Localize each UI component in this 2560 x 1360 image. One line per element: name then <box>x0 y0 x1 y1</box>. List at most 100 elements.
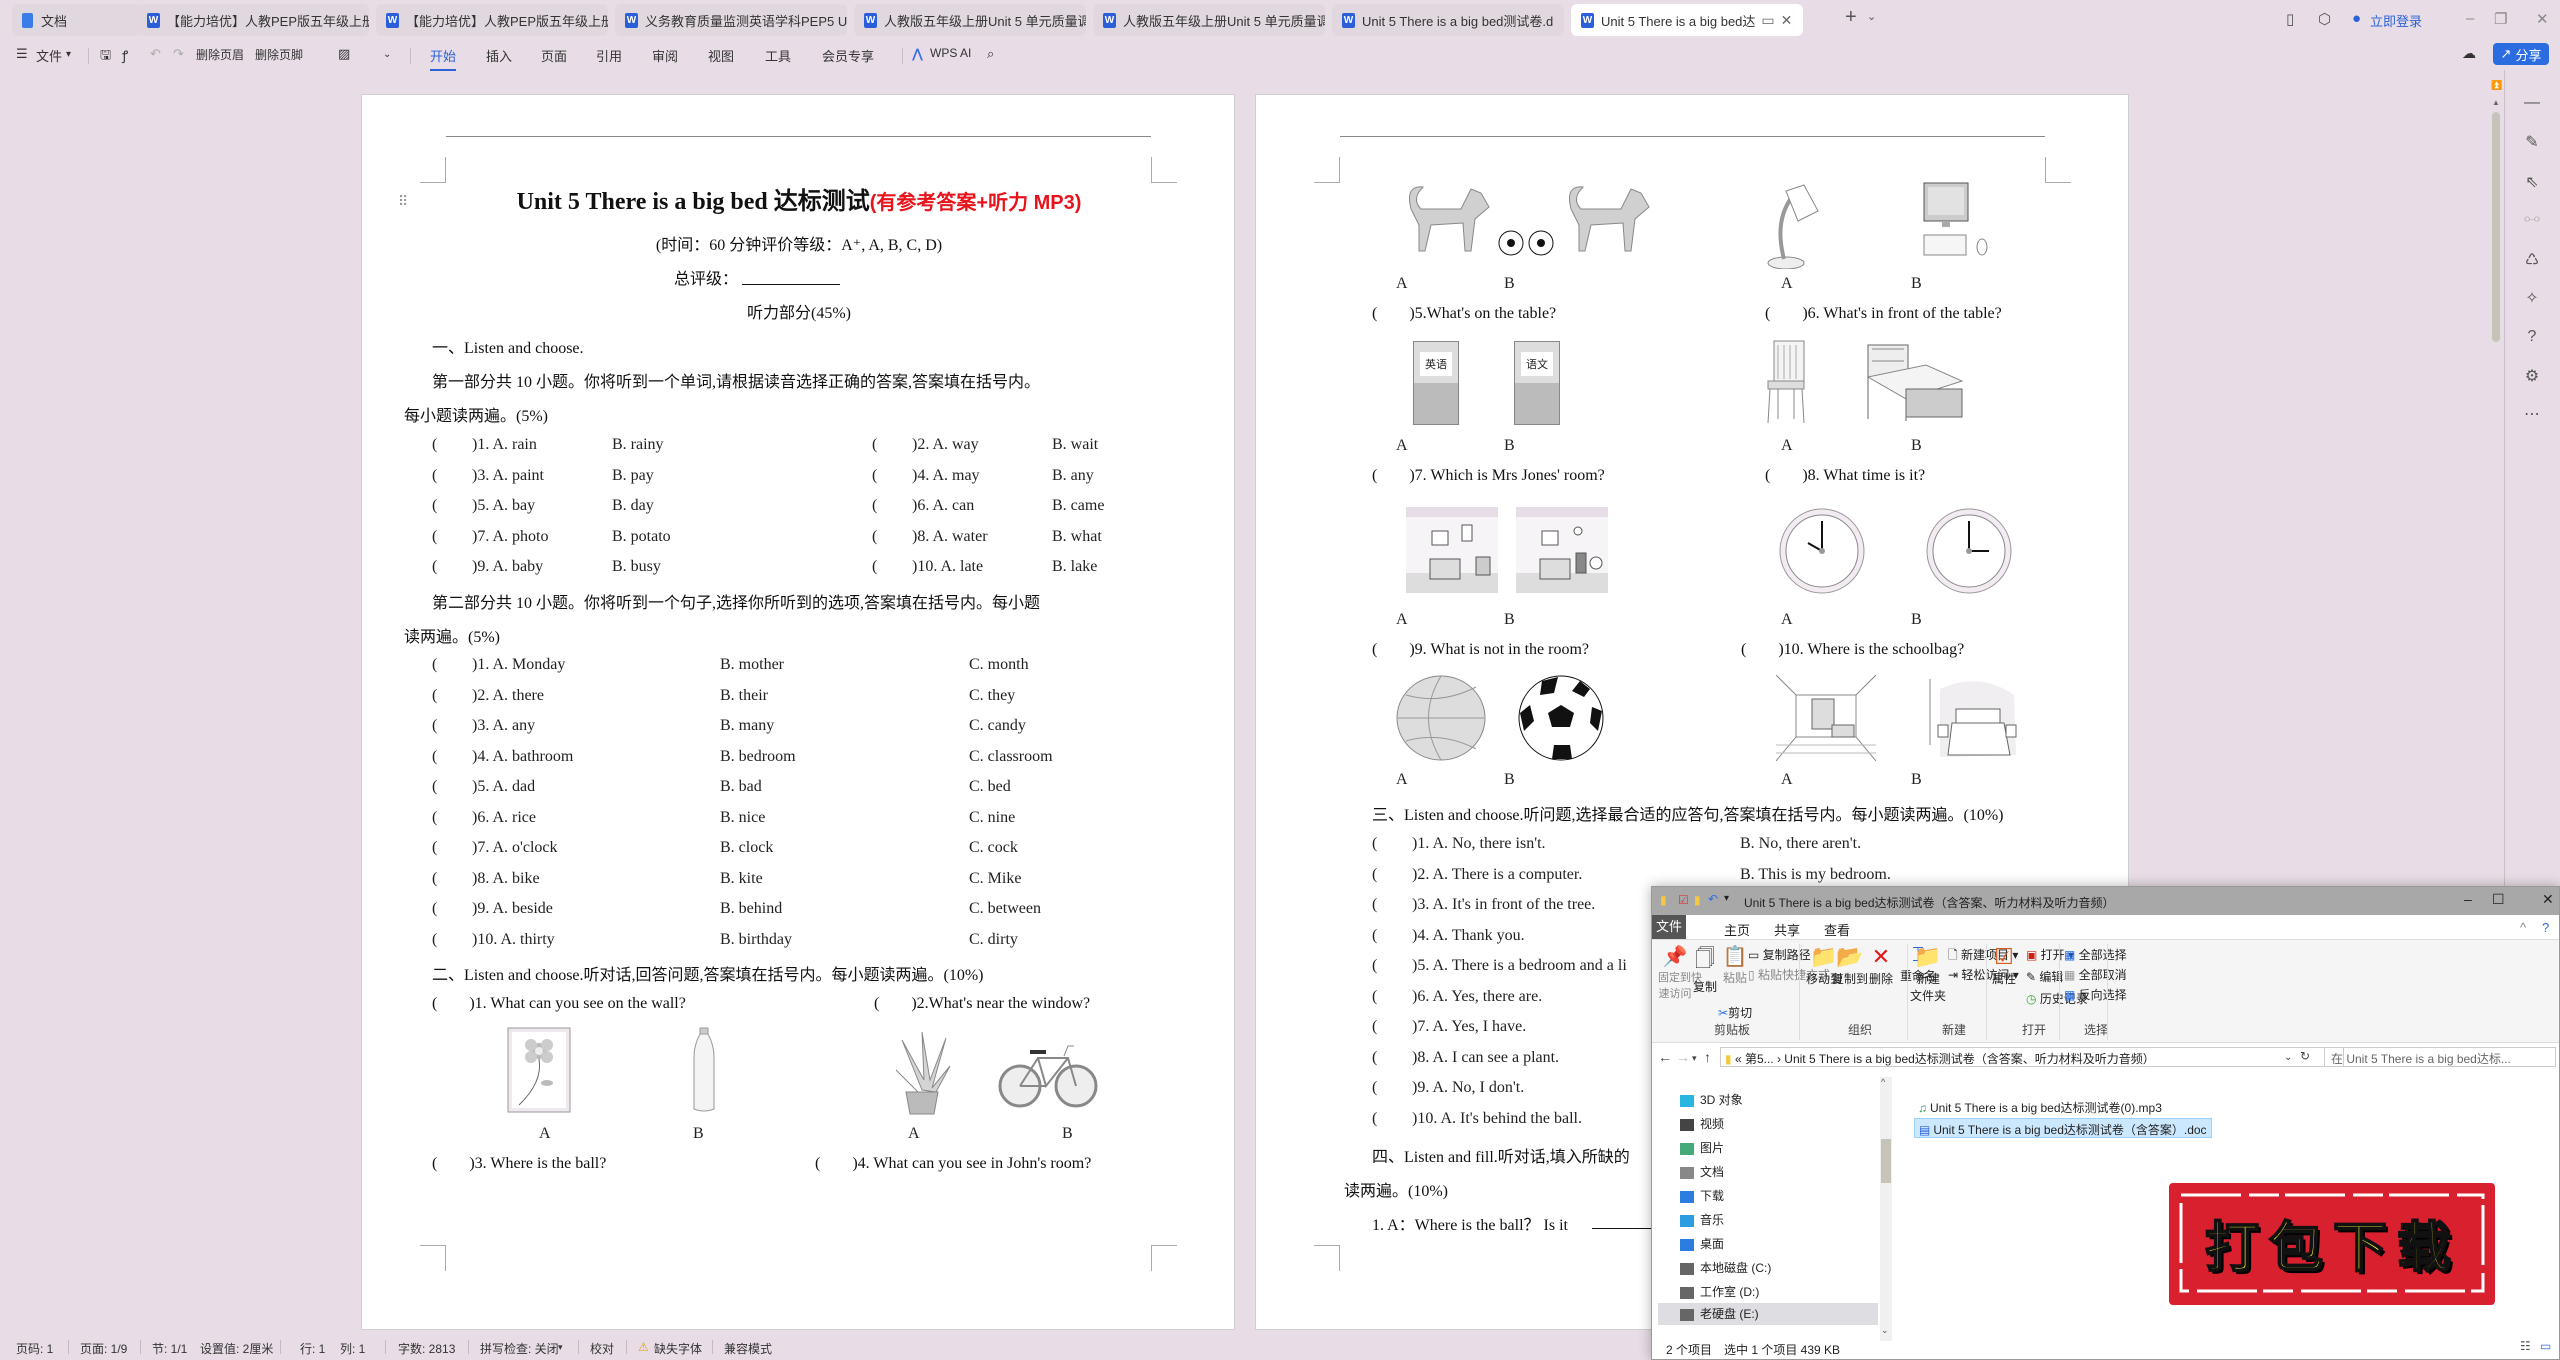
answer-paren[interactable]: ( <box>1372 927 1377 945</box>
nav-item[interactable]: 文档 <box>1680 1163 1724 1180</box>
tab-insert[interactable]: 插入 <box>486 46 512 65</box>
tab-references[interactable]: 引用 <box>596 46 622 65</box>
help-icon[interactable]: ? <box>2520 328 2544 346</box>
answer-paren[interactable]: ( <box>432 931 437 949</box>
hamburger-icon[interactable]: ☰ <box>16 46 28 62</box>
select-cursor-icon[interactable]: ⇖ <box>2520 172 2544 192</box>
answer-paren[interactable]: ( <box>872 467 877 485</box>
nav-item[interactable]: 下载 <box>1680 1187 1724 1204</box>
style-icon[interactable]: ♺ <box>2520 250 2544 270</box>
answer-paren[interactable]: ( <box>872 558 877 576</box>
pin-quick-access-button[interactable]: 📌 固定到快 速访问 <box>1658 944 1702 1001</box>
answer-paren[interactable]: ( <box>1372 896 1377 914</box>
tab-view[interactable]: 视图 <box>708 46 734 65</box>
answer-paren[interactable]: ( <box>1372 1110 1377 1128</box>
answer-paren[interactable]: ( <box>1372 1079 1377 1097</box>
answer-paren[interactable]: ( <box>432 436 437 454</box>
file-item[interactable]: ♫ Unit 5 There is a big bed达标测试卷(0).mp3 <box>1914 1097 2166 1117</box>
close-window-icon[interactable]: ✕ <box>2536 10 2549 28</box>
nav-item[interactable]: 视频 <box>1680 1115 1724 1132</box>
scroll-down-icon[interactable]: ⌄ <box>1881 1325 1889 1336</box>
answer-paren[interactable]: ( <box>1372 988 1377 1006</box>
undo-icon[interactable]: ↶ <box>150 46 161 62</box>
answer-paren[interactable]: ( <box>1372 866 1377 884</box>
collapse-ribbon-icon[interactable]: ^ <box>2520 920 2526 935</box>
status-word-count[interactable]: 字数: 2813 <box>398 1340 455 1357</box>
ribbon-tab-file[interactable]: 文件 <box>1652 915 1686 939</box>
up-icon[interactable]: ↑ <box>1704 1049 1711 1065</box>
answer-paren[interactable]: ( <box>432 717 437 735</box>
search-input[interactable]: 在 Unit 5 There is a big bed达标... <box>2324 1047 2556 1067</box>
ribbon-tab-view[interactable]: 查看 <box>1824 920 1850 939</box>
maximize-icon[interactable]: ☐ <box>2492 891 2505 908</box>
answer-paren[interactable]: ( <box>1372 1049 1377 1067</box>
forward-icon[interactable]: → <box>1676 1049 1690 1065</box>
thumbnail-view-icon[interactable]: ▭ <box>2540 1339 2551 1353</box>
login-link[interactable]: 立即登录 <box>2370 11 2422 30</box>
undo-icon[interactable]: ↶ <box>1708 892 1718 906</box>
delete-header-button[interactable]: 删除页眉 <box>196 46 244 63</box>
tab-review[interactable]: 审阅 <box>652 46 678 65</box>
tab-docs[interactable]: 文档 <box>12 4 140 36</box>
select-all-button[interactable]: ▦ 全部选择 <box>2064 946 2127 963</box>
answer-paren[interactable]: ( <box>432 497 437 515</box>
missing-font-button[interactable]: 缺失字体 <box>654 1340 702 1357</box>
answer-paren[interactable]: ( <box>1372 957 1377 975</box>
new-tab-button[interactable]: + <box>1845 6 1857 29</box>
tab-tools[interactable]: 工具 <box>765 46 791 65</box>
proofread-button[interactable]: 校对 <box>590 1340 614 1357</box>
answer-paren[interactable]: ( <box>432 778 437 796</box>
answer-paren[interactable]: ( <box>432 687 437 705</box>
vertical-scrollbar[interactable] <box>2492 112 2500 342</box>
details-view-icon[interactable]: ☷ <box>2520 1339 2531 1353</box>
answer-paren[interactable]: ( <box>872 528 877 546</box>
share-button[interactable]: ↗ 分享 <box>2493 43 2549 65</box>
properties-button[interactable]: ☑ 属性 <box>1990 944 2018 987</box>
collapse-icon[interactable]: — <box>2520 94 2544 112</box>
download-package-badge[interactable]: 打包下载 <box>2163 1173 2503 1313</box>
status-page[interactable]: 页面: 1/9 <box>80 1340 127 1357</box>
help-icon[interactable]: ? <box>2542 920 2549 935</box>
nav-item[interactable]: 图片 <box>1680 1139 1724 1156</box>
answer-paren[interactable]: ( <box>432 528 437 546</box>
tab-member[interactable]: 会员专享 <box>822 46 874 65</box>
recent-chevron-icon[interactable]: ▾ <box>1692 1053 1697 1064</box>
nav-item[interactable]: 老硬盘 (E:) <box>1658 1303 1878 1325</box>
tab-page[interactable]: 页面 <box>541 46 567 65</box>
address-input[interactable]: ▮ « 第5... › Unit 5 There is a big bed达标测… <box>1720 1047 2344 1067</box>
magic-wand-icon[interactable]: ✧ <box>2520 288 2544 308</box>
answer-paren[interactable]: ( <box>1372 1018 1377 1036</box>
answer-paren[interactable]: ( <box>1372 835 1377 853</box>
tab-document[interactable]: W Unit 5 There is a big bed测试卷.d <box>1332 4 1564 36</box>
scroll-thumb[interactable] <box>1881 1139 1891 1183</box>
answer-paren[interactable]: ( <box>432 656 437 674</box>
close-icon[interactable]: ✕ <box>2542 891 2554 908</box>
answer-paren[interactable]: ( <box>432 870 437 888</box>
cut-button[interactable]: ✂剪切 <box>1718 1004 1752 1021</box>
tab-active-document[interactable]: W Unit 5 There is a big bed达 ▭ ✕ <box>1571 4 1803 36</box>
adjust-icon[interactable]: ⧟ <box>2520 210 2544 228</box>
window-mode-icon[interactable]: ▯ <box>2286 10 2294 28</box>
nav-item[interactable]: 本地磁盘 (C:) <box>1680 1259 1771 1276</box>
minimize-icon[interactable]: – <box>2464 891 2472 907</box>
answer-paren[interactable]: ( <box>432 809 437 827</box>
answer-paren[interactable]: ( <box>432 558 437 576</box>
answer-paren[interactable]: ( <box>432 467 437 485</box>
tab-document[interactable]: W 【能力培优】人教PEP版五年级上册英 <box>376 4 608 36</box>
scroll-top-icon[interactable]: ⏫ <box>2491 80 2502 91</box>
address-chevron-icon[interactable]: ⌄ <box>2284 1052 2292 1063</box>
edit-button[interactable]: ✎ 编辑 <box>2026 968 2063 985</box>
file-chevron-icon[interactable]: ▾ <box>66 49 71 60</box>
new-folder-button[interactable]: 📁 新建 文件夹 <box>1910 944 1946 1004</box>
cloud-upload-icon[interactable]: ☁ <box>2462 45 2476 62</box>
tab-document[interactable]: W 【能力培优】人教PEP版五年级上册英 <box>137 4 369 36</box>
line-style-icon[interactable]: ▨ <box>338 46 350 62</box>
properties-check-icon[interactable]: ☑ <box>1678 893 1689 907</box>
answer-paren[interactable]: ( <box>872 497 877 515</box>
nav-item[interactable]: 3D 对象 <box>1680 1091 1743 1108</box>
nav-item[interactable]: 桌面 <box>1680 1235 1724 1252</box>
nav-item[interactable]: 音乐 <box>1680 1211 1724 1228</box>
close-tab-icon[interactable]: ✕ <box>1781 12 1793 29</box>
tab-list-chevron-icon[interactable]: ⌄ <box>1867 10 1876 23</box>
file-item[interactable]: ▤ Unit 5 There is a big bed达标测试卷（含答案）.doc <box>1914 1118 2212 1138</box>
